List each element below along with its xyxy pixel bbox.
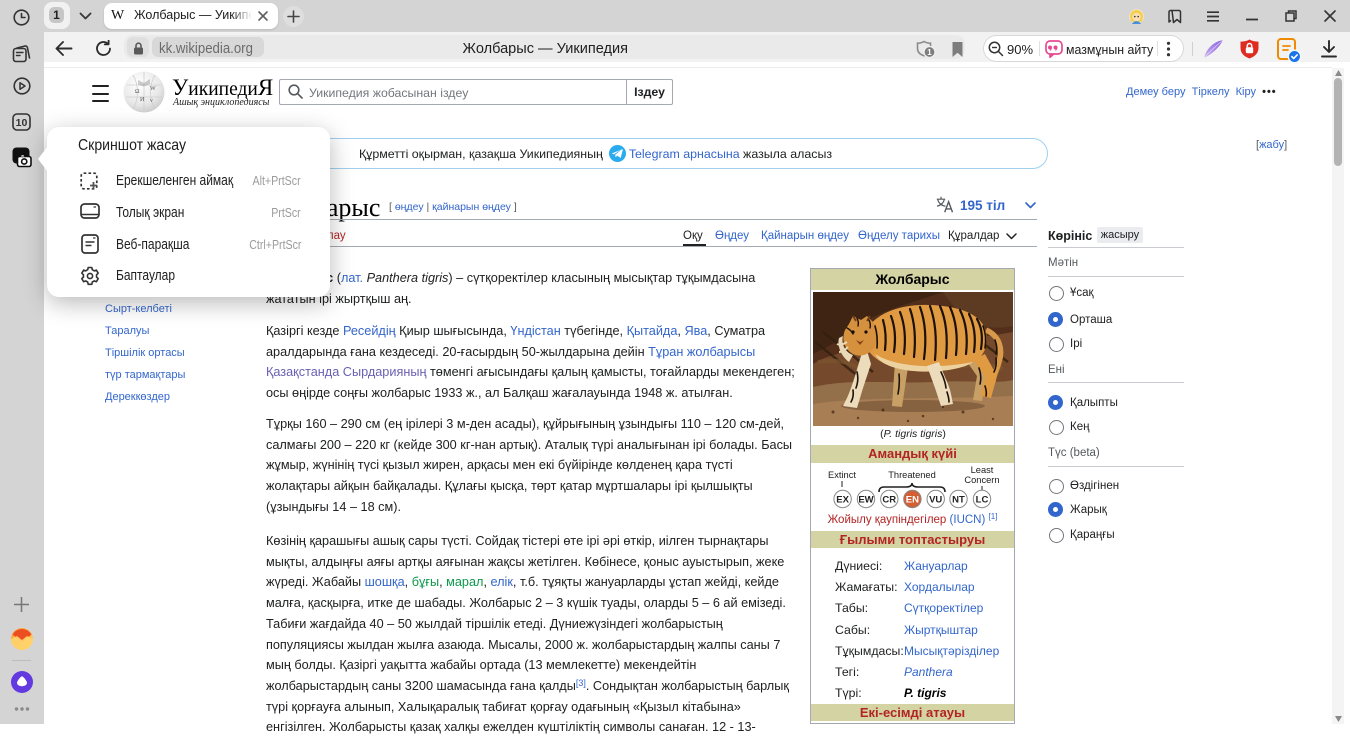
svg-text:Extinct: Extinct	[828, 470, 856, 480]
svg-text:Concern: Concern	[964, 475, 999, 485]
svg-text:EN: EN	[906, 494, 919, 505]
svg-text:10: 10	[16, 117, 28, 129]
svg-text:LC: LC	[976, 494, 989, 505]
svg-text:И: И	[140, 97, 145, 103]
svg-text:ν: ν	[150, 98, 153, 104]
svg-text:W: W	[150, 86, 156, 92]
svg-text:CR: CR	[882, 494, 896, 505]
svg-text:EX: EX	[836, 494, 849, 505]
svg-text:Threatened: Threatened	[888, 470, 936, 480]
svg-text:1: 1	[927, 48, 932, 57]
svg-text:NT: NT	[952, 494, 965, 505]
svg-text:VU: VU	[929, 494, 942, 505]
svg-text:Ω: Ω	[135, 89, 140, 95]
svg-text:EW: EW	[858, 494, 873, 505]
svg-text:Least: Least	[971, 465, 994, 475]
